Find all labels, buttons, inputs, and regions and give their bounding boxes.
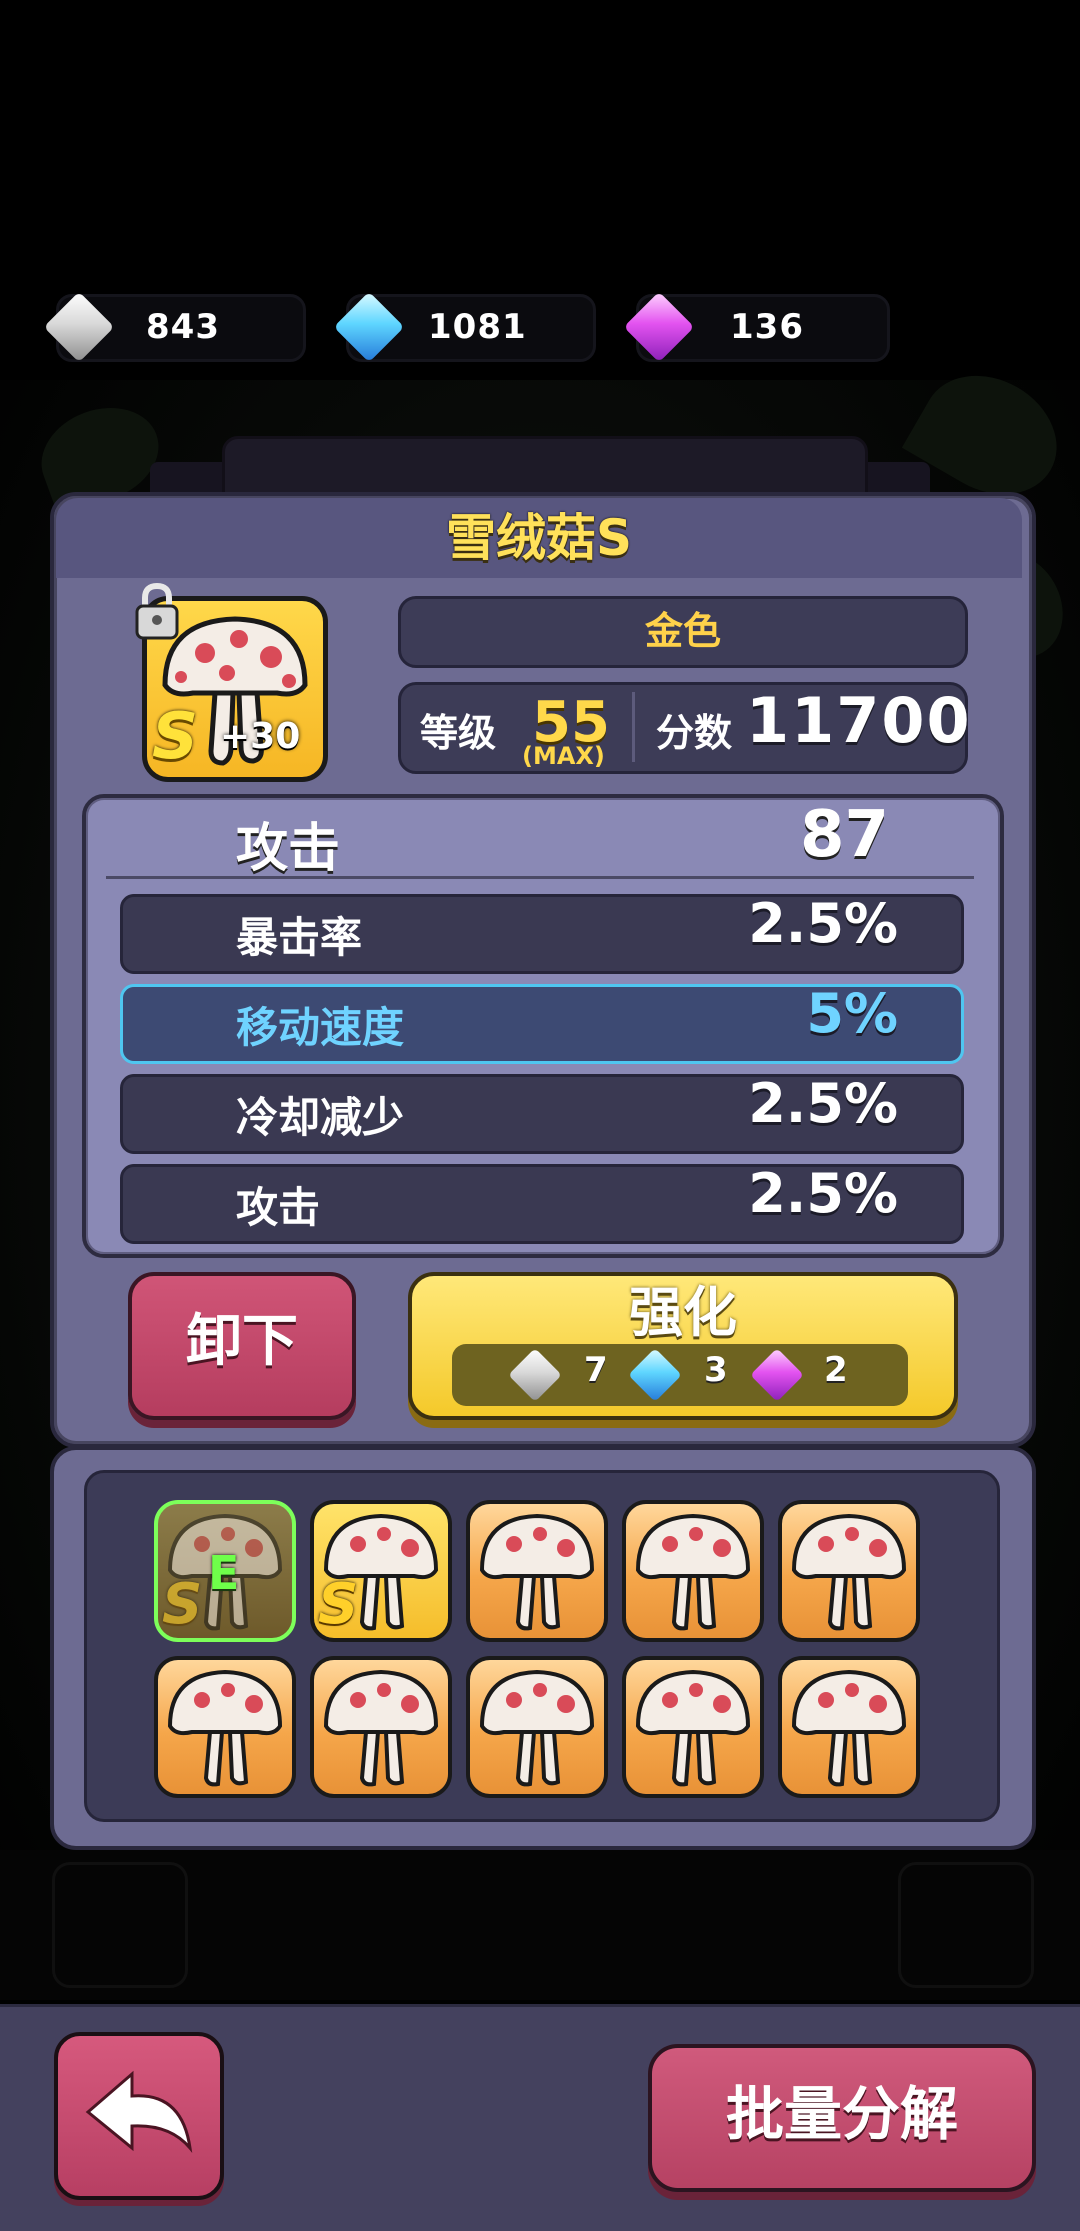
score-value: 11700 (746, 684, 972, 757)
item-rarity: 金色 (644, 609, 721, 653)
cost-amount: 3 (704, 1350, 728, 1390)
level-max: (MAX) (522, 742, 605, 770)
sub-stat-label: 冷却减少 (236, 1093, 405, 1142)
currency-value: 843 (146, 307, 220, 347)
inventory-slot[interactable] (310, 1656, 452, 1798)
back-arrow-icon (85, 2070, 193, 2154)
enhance-level: +30 (220, 716, 301, 757)
inventory-slot[interactable] (154, 1656, 296, 1798)
sub-stat-value: 2.5% (748, 892, 898, 955)
mushroom-icon (323, 1669, 439, 1787)
upgrade-button-label[interactable]: 强化 (408, 1268, 958, 1347)
inventory-slot[interactable] (622, 1656, 764, 1798)
sub-stat-value: 2.5% (748, 1072, 898, 1135)
sub-stat-value: 5% (806, 982, 898, 1045)
item-name: 雪绒菇S (445, 509, 632, 567)
stats-divider (106, 876, 974, 879)
slot-grade-letter: S (162, 1572, 203, 1637)
main-stat-label: 攻击 (236, 819, 341, 879)
level-label: 等级 (420, 711, 497, 755)
inventory-slot[interactable] (778, 1656, 920, 1798)
batch-decompose-label[interactable]: 批量分解 (648, 2044, 1036, 2184)
mushroom-icon (791, 1669, 907, 1787)
mushroom-icon (479, 1669, 595, 1787)
sub-stat-label: 暴击率 (236, 913, 363, 962)
mushroom-icon (479, 1513, 595, 1631)
back-button[interactable] (54, 2032, 224, 2200)
cost-amount: 2 (824, 1350, 848, 1390)
item-grade-letter: S (152, 700, 199, 774)
lock-icon[interactable] (133, 582, 181, 642)
main-stat-value: 87 (800, 798, 890, 872)
currency-value: 1081 (428, 307, 527, 347)
inventory-slot[interactable] (466, 1500, 608, 1642)
background-slot (52, 1862, 188, 1988)
divider (632, 692, 635, 762)
cost-amount: 7 (584, 1350, 608, 1390)
sub-stat-value: 2.5% (748, 1162, 898, 1225)
mushroom-icon (635, 1513, 751, 1631)
sub-stat-label: 攻击 (236, 1183, 321, 1232)
inventory-slot[interactable] (466, 1656, 608, 1798)
equipped-badge: E (208, 1546, 240, 1600)
unequip-button-label[interactable]: 卸下 (128, 1272, 356, 1412)
slot-grade-letter: S (318, 1572, 359, 1637)
mushroom-icon (635, 1669, 751, 1787)
mushroom-icon (167, 1669, 283, 1787)
inventory-slot[interactable] (778, 1500, 920, 1642)
score-label: 分数 (656, 711, 733, 755)
inventory-slot[interactable] (622, 1500, 764, 1642)
mushroom-icon (791, 1513, 907, 1631)
sub-stat-label: 移动速度 (236, 1003, 405, 1052)
background-slot (898, 1862, 1034, 1988)
currency-value: 136 (730, 307, 804, 347)
